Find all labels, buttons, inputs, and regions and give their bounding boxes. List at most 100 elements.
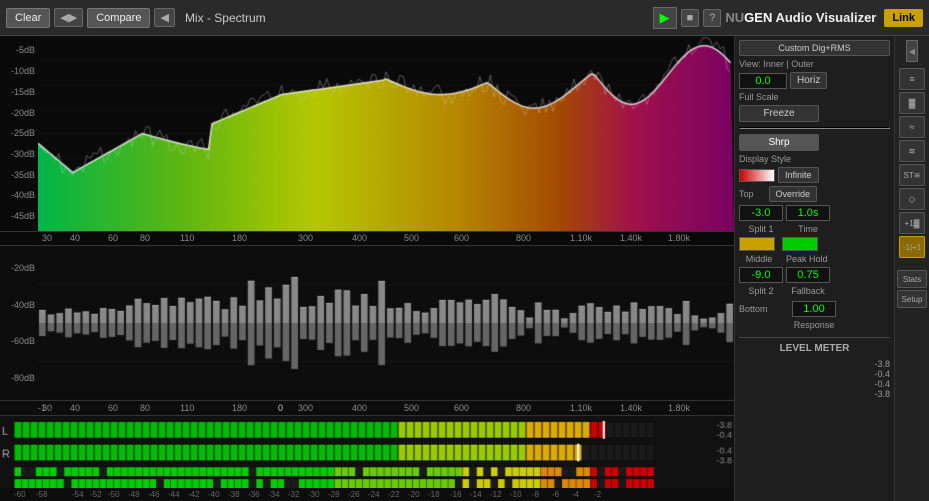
display-style-row: Display Style (739, 154, 890, 164)
bfreq-800: 800 (516, 403, 531, 413)
freq-1400: 1.40k (620, 233, 642, 243)
split1-label-row: Split 1 Time (739, 224, 890, 234)
value-row: Horiz (739, 72, 890, 89)
custom-dig-rms-button[interactable]: Custom Dig+RMS (739, 40, 890, 56)
middle-peak-label-row: Middle Peak Hold (739, 254, 890, 264)
scale--10: -10 (510, 490, 522, 499)
hist-db-40: -40dB (0, 300, 38, 310)
response-input[interactable] (792, 301, 836, 317)
scale--24: -24 (368, 490, 380, 499)
bfreq-60: 60 (108, 403, 118, 413)
scale--8: -8 (532, 490, 539, 499)
help-button[interactable]: ? (703, 9, 721, 27)
override-row: Top Override (739, 186, 890, 202)
clear-button[interactable]: Clear (6, 8, 50, 28)
scale--30: -30 (308, 490, 320, 499)
freq-axis-top: 30 40 60 80 110 180 300 400 500 600 800 … (0, 232, 734, 247)
db-label-10: -10dB (0, 66, 38, 76)
scale--58: -58 (36, 490, 48, 499)
strip-btn-bars[interactable]: ▓ (899, 92, 925, 114)
back-button[interactable]: ◀▶ (54, 8, 83, 27)
strip-btn-stats[interactable]: Stats (897, 270, 927, 288)
override-button[interactable]: Override (769, 186, 818, 202)
horiz-button[interactable]: Horiz (790, 72, 827, 89)
scale--52: -52 (90, 490, 102, 499)
freq-500: 500 (404, 233, 419, 243)
scale--12: -12 (490, 490, 502, 499)
left-panel: -5dB -10dB -15dB -20dB -25dB -30dB -35dB… (0, 36, 734, 501)
peak-color (782, 237, 818, 251)
scale--14: -14 (470, 490, 482, 499)
bottom-row: Bottom (739, 301, 890, 317)
infinite-color (739, 169, 775, 182)
strip-btn-wave[interactable]: ≈ (899, 116, 925, 138)
value-input[interactable] (739, 73, 787, 89)
scale--18: -18 (428, 490, 440, 499)
scale--34: -34 (268, 490, 280, 499)
scale--22: -22 (388, 490, 400, 499)
right-db-values: -3.8 -0.4 -0.4 -3.8 (739, 359, 890, 399)
split2-row (739, 267, 890, 283)
strip-btn-minus1[interactable]: -1|+1 (899, 236, 925, 258)
bfreq-400: 400 (352, 403, 367, 413)
db-label-45: -45dB (0, 211, 38, 221)
icon-strip: ◀ ≡ ▓ ≈ ≋ ST≋ ◇ +1▓ -1|+1 Stats Setup (894, 36, 929, 501)
infinite-button[interactable]: Infinite (778, 167, 819, 183)
strip-btn-st[interactable]: ST≋ (899, 164, 925, 186)
freq-60: 60 (108, 233, 118, 243)
scale--42: -42 (188, 490, 200, 499)
freeze-button[interactable]: Freeze (739, 105, 819, 122)
freq-80: 80 (140, 233, 150, 243)
bfreq-1800: 1.80k (668, 403, 690, 413)
product-name: Audio Visualizer (775, 10, 876, 25)
nu-text: NU (725, 10, 744, 25)
freq-400: 400 (352, 233, 367, 243)
freq-300: 300 (298, 233, 313, 243)
middle-label: Middle (739, 254, 779, 264)
bfreq-500: 500 (404, 403, 419, 413)
fallback-label: Fallback (786, 286, 830, 296)
split1-input[interactable] (739, 205, 783, 221)
split2-label: Split 2 (739, 286, 783, 296)
split2-label-row: Split 2 Fallback (739, 286, 890, 296)
left-chevron[interactable]: ◀ (906, 40, 918, 62)
scale--26: -26 (348, 490, 360, 499)
scale--40: -40 (208, 490, 220, 499)
hist-db-labels: -20dB -40dB -60dB -80dB (0, 246, 38, 400)
rdb-38-bot: -3.8 (874, 389, 890, 399)
histogram-canvas (38, 246, 734, 400)
split2-input[interactable] (739, 267, 783, 283)
strip-btn-diamond[interactable]: ◇ (899, 188, 925, 210)
strip-btn-setup[interactable]: Setup (897, 290, 927, 308)
freq-800: 800 (516, 233, 531, 243)
scale--32: -32 (288, 490, 300, 499)
strip-btn-plus1[interactable]: +1▓ (899, 212, 925, 234)
play-button[interactable]: ▶ (653, 7, 677, 29)
freq-110: 110 (180, 233, 194, 243)
strip-btn-lines[interactable]: ≡ (899, 68, 925, 90)
strip-btn-dense[interactable]: ≋ (899, 140, 925, 162)
scale--4: -4 (572, 490, 579, 499)
split1-row (739, 205, 890, 221)
bfreq-600: 600 (454, 403, 469, 413)
prev-button[interactable]: ◀ (154, 8, 174, 27)
meter-canvas (0, 416, 734, 489)
stop-button[interactable]: ■ (681, 9, 700, 27)
full-scale-label: Full Scale (739, 92, 779, 102)
bottom-scale: -60 -58 -54 -52 -50 -48 -46 -44 -42 -40 … (0, 488, 734, 501)
freq-40: 40 (70, 233, 80, 243)
shrp-button[interactable]: Shrp (739, 134, 819, 151)
time-input[interactable] (786, 205, 830, 221)
spectrum-area: -5dB -10dB -15dB -20dB -25dB -30dB -35dB… (0, 36, 734, 232)
bfreq-300: 300 (298, 403, 313, 413)
db-label-20: -20dB (0, 108, 38, 118)
minus1-label: -1 (38, 403, 46, 413)
compare-button[interactable]: Compare (87, 8, 150, 28)
scale--16: -16 (450, 490, 462, 499)
bfreq-1400: 1.40k (620, 403, 642, 413)
fallback-input[interactable] (786, 267, 830, 283)
level-meter-label: LEVEL METER (780, 343, 850, 354)
link-button[interactable]: Link (884, 9, 923, 27)
scale--50: -50 (108, 490, 120, 499)
zero-label: 0 (278, 403, 283, 413)
